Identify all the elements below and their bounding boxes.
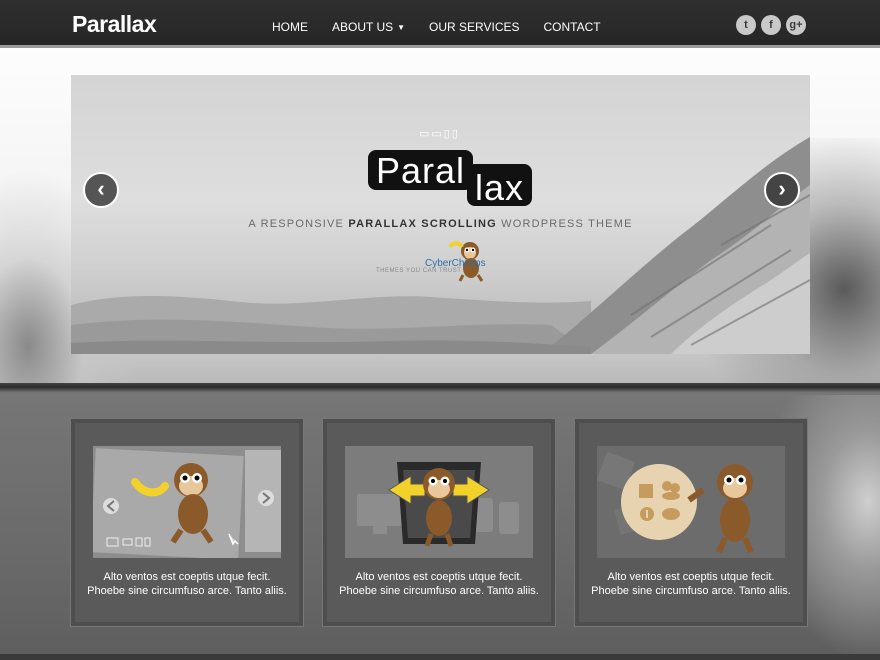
nav-item-label: OUR SERVICES (429, 20, 520, 34)
feature-card: Alto ventos est coeptis utque fecit. Pho… (574, 418, 808, 627)
slide-logo-part-1: Paral (368, 150, 474, 191)
slide-tagline: A RESPONSIVE PARALLAX SCROLLING WORDPRES… (71, 218, 810, 230)
twitter-icon[interactable]: t (736, 15, 756, 35)
mountain-landscape-image (71, 137, 810, 354)
feature-image-icons[interactable] (597, 446, 785, 558)
nav-item-contact[interactable]: CONTACT (544, 0, 601, 48)
feature-line: Alto ventos est coeptis utque fecit. (355, 571, 523, 583)
slider-prev-arrow-icon[interactable]: ‹ (83, 172, 119, 208)
feature-image-devices[interactable] (345, 446, 533, 558)
feature-line: Alto ventos est coeptis utque fecit. (607, 571, 775, 583)
nav-item-about-us[interactable]: ABOUT US ▼ (332, 0, 405, 48)
feature-line: Phoebe sine circumfuso arce. Tanto aliis… (339, 585, 539, 597)
google-plus-icon[interactable]: g+ (786, 15, 806, 35)
feature-card: Alto ventos est coeptis utque fecit. Pho… (322, 418, 556, 627)
caret-down-icon: ▼ (397, 23, 406, 32)
tagline-text: WORDPRESS THEME (496, 218, 633, 230)
image-slider[interactable]: ▭▭▯▯ Paral lax A RESPONSIVE PARALLAX SCR… (71, 75, 810, 354)
cyberchimps-tagline: THEMES YOU CAN TRUST (376, 268, 462, 274)
site-logo[interactable]: Parallax (72, 11, 157, 38)
main-nav: HOME ABOUT US ▼ OUR SERVICES CONTACT (272, 0, 625, 48)
footer-edge (0, 654, 880, 660)
slider-next-arrow-icon[interactable]: › (764, 172, 800, 208)
feature-line: Phoebe sine circumfuso arce. Tanto aliis… (591, 585, 791, 597)
nav-item-label: HOME (272, 20, 308, 34)
feature-description: Alto ventos est coeptis utque fecit. Pho… (579, 570, 803, 598)
slide-logo-part-2: lax (467, 164, 533, 208)
section-divider (0, 383, 880, 393)
feature-image-slider[interactable] (93, 446, 281, 558)
social-links: t f g+ (736, 15, 806, 35)
nav-item-our-services[interactable]: OUR SERVICES (429, 0, 519, 48)
nav-item-label: CONTACT (543, 20, 601, 34)
feature-description: Alto ventos est coeptis utque fecit. Pho… (327, 570, 551, 598)
nav-item-label: ABOUT US (332, 20, 394, 34)
responsive-devices-icon: ▭▭▯▯ (419, 128, 460, 140)
feature-description: Alto ventos est coeptis utque fecit. Pho… (75, 570, 299, 598)
tagline-text: A RESPONSIVE (248, 218, 349, 230)
tagline-bold: PARALLAX SCROLLING (348, 218, 497, 230)
facebook-icon[interactable]: f (761, 15, 781, 35)
feature-line: Phoebe sine circumfuso arce. Tanto aliis… (87, 585, 287, 597)
nav-item-home[interactable]: HOME (272, 0, 308, 48)
feature-card: Alto ventos est coeptis utque fecit. Pho… (70, 418, 304, 627)
feature-line: Alto ventos est coeptis utque fecit. (103, 571, 271, 583)
top-navbar: Parallax HOME ABOUT US ▼ OUR SERVICES CON… (0, 0, 880, 48)
